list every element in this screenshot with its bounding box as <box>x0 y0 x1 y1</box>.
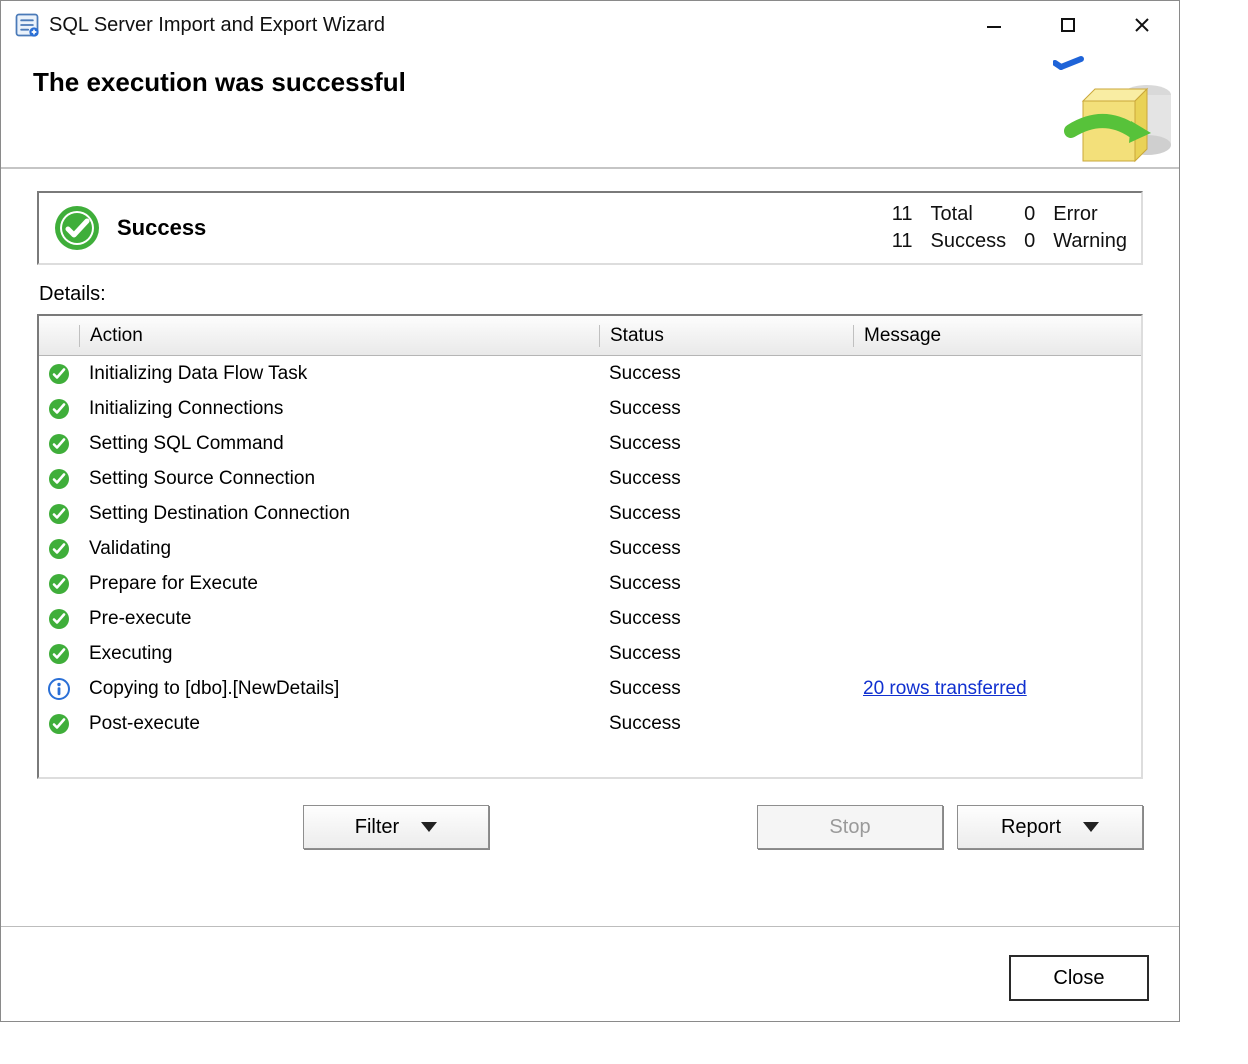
row-status: Success <box>599 433 853 455</box>
row-action: Pre-execute <box>79 608 599 630</box>
table-row[interactable]: Setting SQL CommandSuccess <box>39 426 1141 461</box>
total-label: Total <box>931 203 1007 226</box>
row-action: Prepare for Execute <box>79 573 599 595</box>
table-row[interactable]: ExecutingSuccess <box>39 636 1141 671</box>
row-status: Success <box>599 503 853 525</box>
row-action: Setting Source Connection <box>79 468 599 490</box>
content-area: Success 11 Total 0 Error 11 Success 0 Wa… <box>1 169 1179 926</box>
check-icon <box>48 608 70 630</box>
check-icon <box>48 433 70 455</box>
table-row[interactable]: Pre-executeSuccess <box>39 601 1141 636</box>
row-status: Success <box>599 713 853 735</box>
details-table-header: Action Status Message <box>39 316 1141 356</box>
app-icon <box>13 11 41 39</box>
check-icon <box>48 363 70 385</box>
check-icon <box>48 468 70 490</box>
table-row[interactable]: Setting Source ConnectionSuccess <box>39 461 1141 496</box>
row-status: Success <box>599 678 853 700</box>
info-icon <box>48 678 70 700</box>
action-button-row: Filter Stop Report <box>37 779 1143 873</box>
check-icon <box>48 538 70 560</box>
table-row[interactable]: Initializing ConnectionsSuccess <box>39 391 1141 426</box>
row-action: Copying to [dbo].[NewDetails] <box>79 678 599 700</box>
check-icon <box>48 398 70 420</box>
success-count: 11 <box>892 230 913 253</box>
message-link[interactable]: 20 rows transferred <box>863 678 1027 699</box>
table-row[interactable]: ValidatingSuccess <box>39 531 1141 566</box>
table-row[interactable]: Post-executeSuccess <box>39 706 1141 741</box>
chevron-down-icon <box>1083 822 1099 832</box>
check-icon <box>48 643 70 665</box>
close-button-label: Close <box>1053 967 1104 989</box>
check-icon <box>48 713 70 735</box>
warning-label: Warning <box>1053 230 1127 253</box>
column-header-action[interactable]: Action <box>79 325 599 347</box>
header-graphic <box>1053 55 1173 175</box>
error-label: Error <box>1053 203 1127 226</box>
report-button-label: Report <box>1001 816 1061 839</box>
total-count: 11 <box>892 203 913 226</box>
row-status: Success <box>599 608 853 630</box>
filter-button[interactable]: Filter <box>303 805 489 849</box>
table-row[interactable]: Prepare for ExecuteSuccess <box>39 566 1141 601</box>
column-header-status[interactable]: Status <box>599 325 853 347</box>
chevron-down-icon <box>421 822 437 832</box>
check-icon <box>48 503 70 525</box>
window-title: SQL Server Import and Export Wizard <box>49 14 957 37</box>
summary-status-label: Success <box>117 215 206 241</box>
row-action: Executing <box>79 643 599 665</box>
table-row[interactable]: Setting Destination ConnectionSuccess <box>39 496 1141 531</box>
titlebar: SQL Server Import and Export Wizard <box>1 1 1179 49</box>
row-action: Initializing Data Flow Task <box>79 363 599 385</box>
row-action: Setting SQL Command <box>79 433 599 455</box>
report-button[interactable]: Report <box>957 805 1143 849</box>
close-button[interactable]: Close <box>1009 955 1149 1001</box>
summary-counts: 11 Total 0 Error 11 Success 0 Warning <box>892 203 1127 253</box>
row-status: Success <box>599 468 853 490</box>
page-title: The execution was successful <box>33 67 406 98</box>
details-label: Details: <box>39 283 1143 306</box>
stop-button: Stop <box>757 805 943 849</box>
stop-button-label: Stop <box>829 816 870 839</box>
page-header: The execution was successful <box>1 49 1179 169</box>
row-action: Post-execute <box>79 713 599 735</box>
row-message: 20 rows transferred <box>853 678 1141 700</box>
window-controls <box>957 1 1179 49</box>
row-status: Success <box>599 573 853 595</box>
row-status: Success <box>599 538 853 560</box>
row-status: Success <box>599 398 853 420</box>
details-table: Action Status Message Initializing Data … <box>37 314 1143 779</box>
minimize-button[interactable] <box>957 1 1031 49</box>
success-label: Success <box>931 230 1007 253</box>
success-icon <box>53 204 101 252</box>
filter-button-label: Filter <box>355 816 399 839</box>
error-count: 0 <box>1024 203 1035 226</box>
summary-panel: Success 11 Total 0 Error 11 Success 0 Wa… <box>37 191 1143 265</box>
row-status: Success <box>599 643 853 665</box>
row-action: Validating <box>79 538 599 560</box>
row-action: Setting Destination Connection <box>79 503 599 525</box>
row-status: Success <box>599 363 853 385</box>
close-window-button[interactable] <box>1105 1 1179 49</box>
column-header-message[interactable]: Message <box>853 325 1141 347</box>
table-row[interactable]: Copying to [dbo].[NewDetails]Success 20 r… <box>39 671 1141 706</box>
footer: Close <box>1 927 1179 1021</box>
check-icon <box>48 573 70 595</box>
row-action: Initializing Connections <box>79 398 599 420</box>
maximize-button[interactable] <box>1031 1 1105 49</box>
table-row[interactable]: Initializing Data Flow TaskSuccess <box>39 356 1141 391</box>
warning-count: 0 <box>1024 230 1035 253</box>
wizard-window: SQL Server Import and Export Wizard The … <box>0 0 1180 1022</box>
